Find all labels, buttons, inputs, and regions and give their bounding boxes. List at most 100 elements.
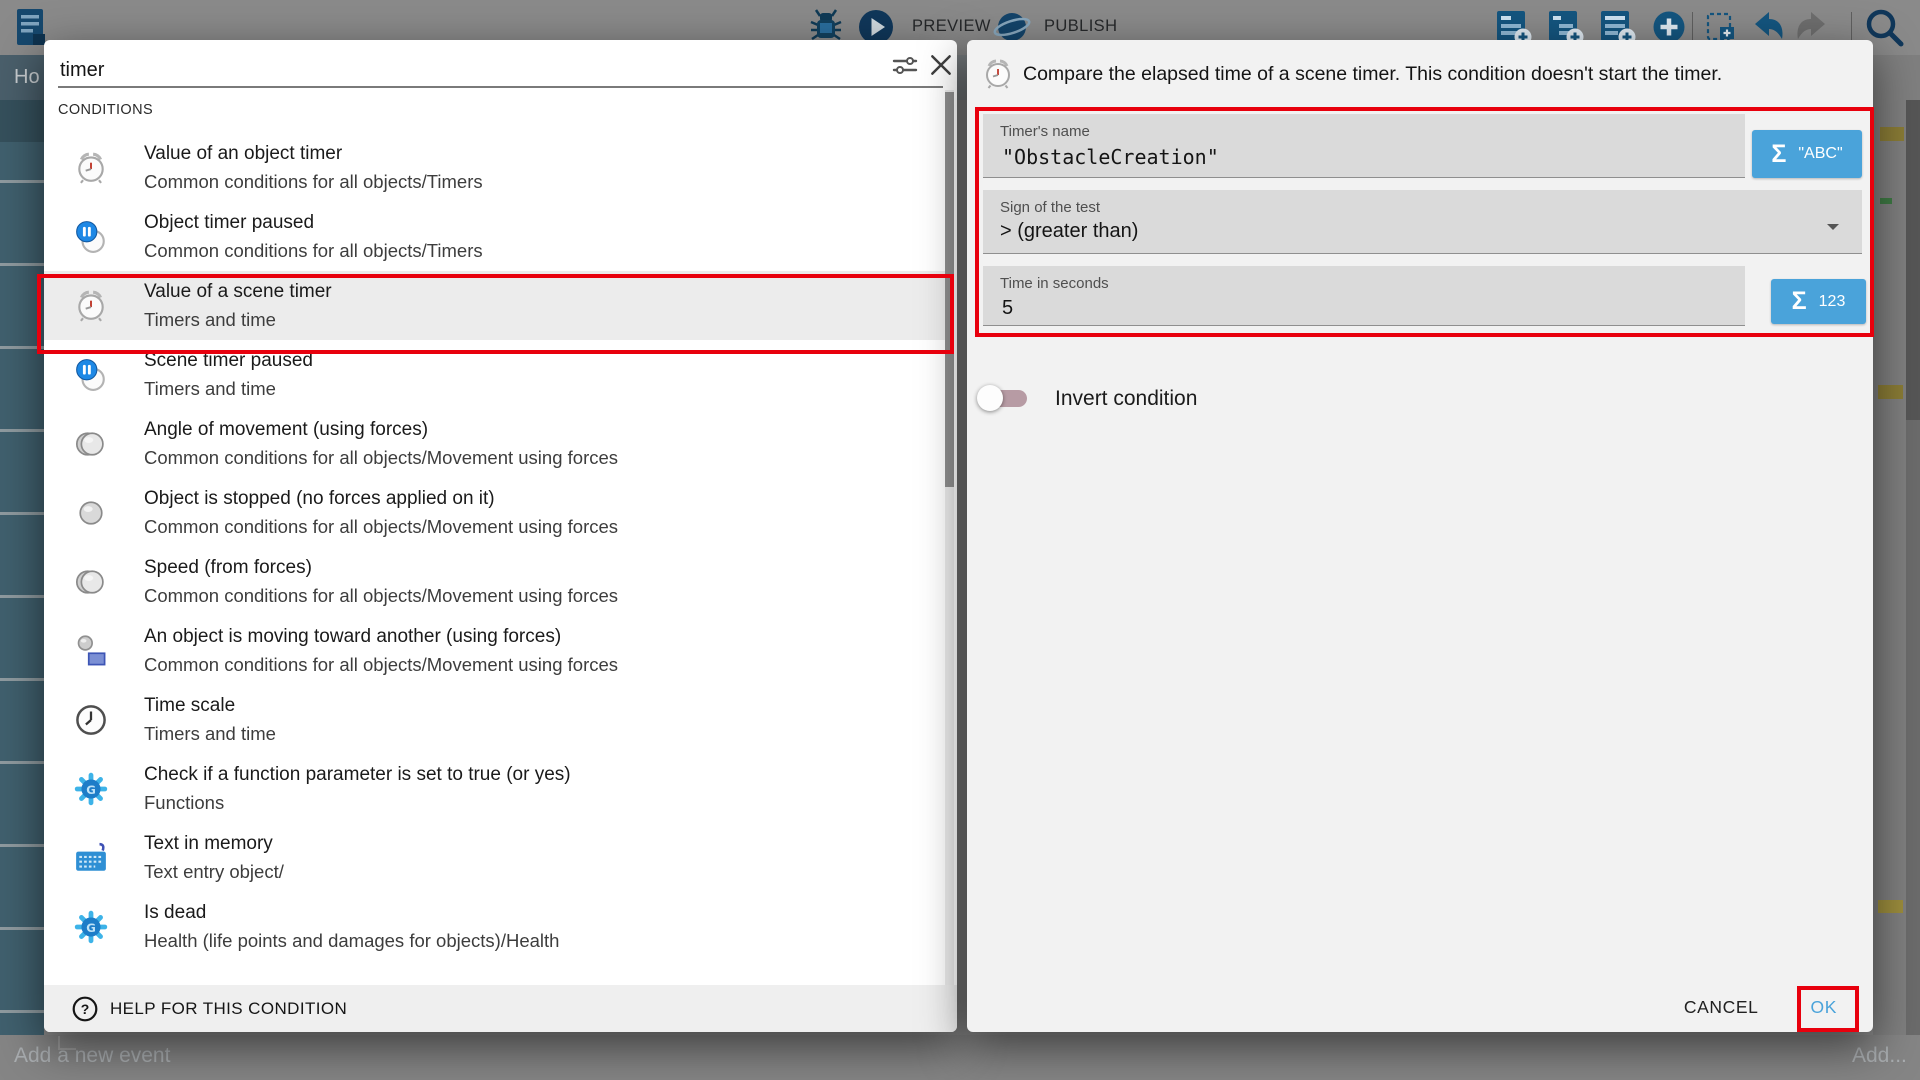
condition-title: Object is stopped (no forces applied on … xyxy=(144,485,618,513)
condition-path: Common conditions for all objects/Moveme… xyxy=(144,582,618,610)
condition-list-item[interactable]: An object is moving toward another (usin… xyxy=(44,616,949,685)
gdevelop-app: PREVIEW PUBLISH Ho Add a new event Add..… xyxy=(0,0,1920,1080)
help-label: HELP FOR THIS CONDITION xyxy=(110,999,347,1019)
condition-title: Is dead xyxy=(144,899,559,927)
condition-title: Value of a scene timer xyxy=(144,278,332,306)
event-chip xyxy=(1880,127,1904,141)
cancel-button[interactable]: CANCEL xyxy=(1672,987,1771,1028)
gear-icon: G xyxy=(74,910,108,944)
conditions-section-header: CONDITIONS xyxy=(58,102,153,118)
events-scrollbar-thumb[interactable] xyxy=(1906,100,1920,420)
toggle-track[interactable] xyxy=(981,390,1027,407)
events-sheet-left-edge xyxy=(0,100,44,1035)
sign-of-test-select[interactable]: Sign of the test > (greater than) xyxy=(983,190,1862,254)
condition-title: Check if a function parameter is set to … xyxy=(144,761,571,789)
disc-icon xyxy=(74,496,108,530)
condition-path: Functions xyxy=(144,789,571,817)
condition-path: Timers and time xyxy=(144,720,276,748)
sign-of-test-label: Sign of the test xyxy=(1000,199,1100,216)
condition-title: Scene timer paused xyxy=(144,347,313,375)
expression-123-button[interactable]: Σ 123 xyxy=(1771,279,1866,324)
events-sheet-left-edge-top xyxy=(0,100,44,142)
discs-icon xyxy=(74,565,108,599)
condition-path: Timers and time xyxy=(144,306,332,334)
gear-icon: G xyxy=(74,772,108,806)
time-in-seconds-field[interactable]: Time in seconds xyxy=(983,266,1745,326)
condition-title: Object timer paused xyxy=(144,209,483,237)
discs-icon xyxy=(74,427,108,461)
pause-clock-icon xyxy=(74,358,108,392)
publish-button[interactable]: PUBLISH xyxy=(1044,17,1117,36)
condition-list-item[interactable]: Value of a scene timer Timers and time xyxy=(44,271,949,340)
timer-name-field[interactable]: Timer's name xyxy=(983,114,1745,178)
svg-text:?: ? xyxy=(81,1001,90,1017)
condition-list-item[interactable]: Object timer paused Common conditions fo… xyxy=(44,202,949,271)
condition-path: Common conditions for all objects/Timers xyxy=(144,237,483,265)
search-input[interactable] xyxy=(58,52,882,88)
list-scrollbar-thumb[interactable] xyxy=(945,92,954,487)
alarm-clock-icon xyxy=(74,289,108,323)
condition-path: Timers and time xyxy=(144,375,313,403)
condition-list-item[interactable]: Angle of movement (using forces) Common … xyxy=(44,409,949,478)
condition-list-item[interactable]: Time scale Timers and time xyxy=(44,685,949,754)
abc-button-label: "ABC" xyxy=(1798,145,1842,163)
expression-abc-button[interactable]: Σ "ABC" xyxy=(1752,130,1862,178)
conditions-list: Value of an object timer Common conditio… xyxy=(44,133,949,985)
condition-path: Common conditions for all objects/Moveme… xyxy=(144,444,618,472)
timer-name-input[interactable] xyxy=(1000,144,1690,170)
condition-path: Text entry object/ xyxy=(144,858,284,886)
condition-path: Health (life points and damages for obje… xyxy=(144,927,559,955)
help-icon: ? xyxy=(72,996,98,1022)
alarm-clock-icon xyxy=(983,58,1013,90)
time-in-seconds-input[interactable] xyxy=(1000,296,1690,321)
condition-list-item[interactable]: Speed (from forces) Common conditions fo… xyxy=(44,547,949,616)
filter-icon[interactable] xyxy=(892,55,918,77)
condition-title: Value of an object timer xyxy=(144,140,483,168)
condition-list-item[interactable]: G Check if a function parameter is set t… xyxy=(44,754,949,823)
condition-list-item[interactable]: Scene timer paused Timers and time xyxy=(44,340,949,409)
help-for-condition-button[interactable]: ? HELP FOR THIS CONDITION xyxy=(44,985,957,1032)
condition-list-item[interactable]: Text in memory Text entry object/ xyxy=(44,823,949,892)
svg-text:G: G xyxy=(86,920,96,934)
condition-title: Speed (from forces) xyxy=(144,554,618,582)
tab-home-label: Ho xyxy=(14,66,40,89)
condition-picker-dialog: CONDITIONS Value of an object timer Comm… xyxy=(44,40,957,1032)
condition-list-item[interactable]: Object is stopped (no forces applied on … xyxy=(44,478,949,547)
condition-list-item[interactable]: Value of an object timer Common conditio… xyxy=(44,133,949,202)
close-icon[interactable] xyxy=(928,52,954,78)
svg-text:G: G xyxy=(86,782,96,796)
toolbar-divider xyxy=(1851,12,1852,42)
chevron-down-icon xyxy=(1826,218,1840,226)
clock-icon xyxy=(74,703,108,737)
add-more-link[interactable]: Add... xyxy=(1852,1044,1907,1068)
ok-button[interactable]: OK xyxy=(1799,987,1850,1028)
timer-name-label: Timer's name xyxy=(1000,123,1090,140)
preview-button[interactable]: PREVIEW xyxy=(912,17,991,36)
condition-path: Common conditions for all objects/Moveme… xyxy=(144,513,618,541)
event-chip xyxy=(1878,385,1903,399)
keyboard-icon xyxy=(74,841,108,875)
disc-square-icon xyxy=(74,634,108,668)
events-sheet-bottom xyxy=(0,1035,1920,1080)
toggle-knob[interactable] xyxy=(977,385,1003,411)
invert-condition-label: Invert condition xyxy=(1055,387,1197,411)
event-chip xyxy=(1878,900,1903,913)
pause-clock-icon xyxy=(74,220,108,254)
invert-condition-toggle[interactable]: Invert condition xyxy=(981,384,1197,413)
condition-path: Common conditions for all objects/Moveme… xyxy=(144,651,618,679)
condition-title: Text in memory xyxy=(144,830,284,858)
toolbar-divider xyxy=(1692,12,1693,42)
time-in-seconds-label: Time in seconds xyxy=(1000,275,1109,292)
search-underline xyxy=(58,86,943,88)
condition-editor-dialog: Compare the elapsed time of a scene time… xyxy=(967,40,1873,1032)
condition-path: Common conditions for all objects/Timers xyxy=(144,168,483,196)
condition-title: Angle of movement (using forces) xyxy=(144,416,618,444)
add-new-event-link[interactable]: Add a new event xyxy=(14,1044,170,1068)
sign-of-test-value: > (greater than) xyxy=(1000,220,1791,243)
condition-description: Compare the elapsed time of a scene time… xyxy=(1023,63,1722,86)
123-button-label: 123 xyxy=(1819,293,1846,311)
event-chip xyxy=(1880,198,1892,204)
condition-list-item[interactable]: G Is dead Health (life points and damage… xyxy=(44,892,949,961)
condition-title: An object is moving toward another (usin… xyxy=(144,623,618,651)
condition-title: Time scale xyxy=(144,692,276,720)
